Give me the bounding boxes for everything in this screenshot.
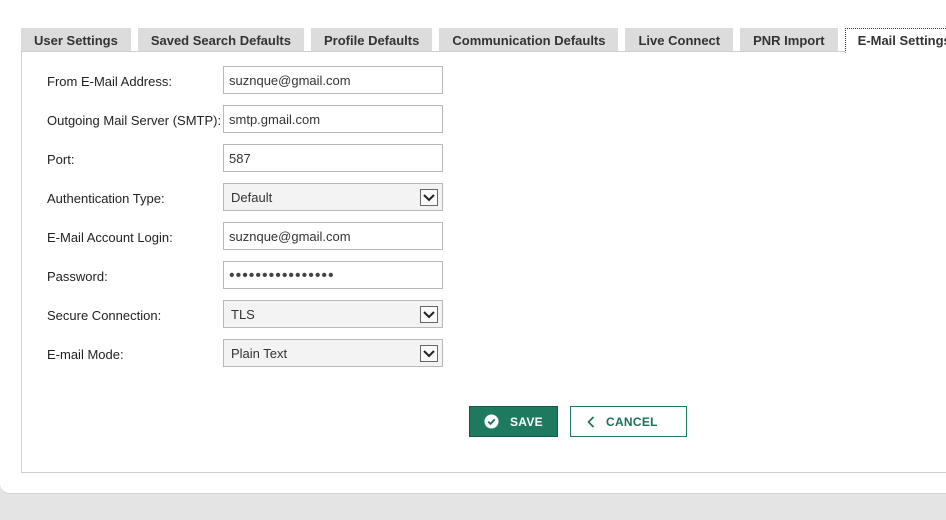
auth-type-select[interactable]: Default [223,183,443,211]
email-settings-panel: From E-Mail Address: Outgoing Mail Serve… [21,51,946,473]
password-input[interactable] [223,261,443,289]
password-row: Password: [47,261,447,289]
cancel-button[interactable]: CANCEL [570,406,687,437]
chevron-down-icon[interactable] [420,345,438,362]
chevron-left-icon [587,415,595,428]
check-circle-icon [484,414,499,429]
from-email-label: From E-Mail Address: [47,74,172,89]
tab-saved-search-defaults[interactable]: Saved Search Defaults [137,28,304,52]
smtp-label: Outgoing Mail Server (SMTP): [47,113,222,128]
settings-tabs: User Settings Saved Search Defaults Prof… [21,28,946,53]
auth-type-label: Authentication Type: [47,191,165,206]
email-login-input[interactable] [223,222,443,250]
cancel-label: CANCEL [606,414,658,429]
email-mode-select[interactable]: Plain Text [223,339,443,367]
port-label: Port: [47,152,75,167]
secure-connection-select[interactable]: TLS [223,300,443,328]
smtp-server-input[interactable] [223,105,443,133]
email-mode-value: Plain Text [231,346,288,361]
password-label: Password: [47,269,108,284]
secure-connection-row: Secure Connection: TLS [47,300,447,328]
save-label: SAVE [510,414,543,429]
login-label: E-Mail Account Login: [47,230,173,245]
save-button[interactable]: SAVE [469,406,558,437]
tab-pnr-import[interactable]: PNR Import [740,28,838,52]
tab-live-connect[interactable]: Live Connect [625,28,734,52]
auth-type-row: Authentication Type: Default [47,183,447,211]
auth-type-value: Default [231,190,273,205]
from-email-input[interactable] [223,66,443,94]
tab-email-settings[interactable]: E-Mail Settings [844,28,946,53]
chevron-down-icon[interactable] [420,189,438,206]
email-mode-label: E-mail Mode: [47,347,124,362]
settings-card: User Settings Saved Search Defaults Prof… [0,0,946,494]
secure-connection-value: TLS [231,307,255,322]
tab-communication-defaults[interactable]: Communication Defaults [439,28,619,52]
port-row: Port: [47,144,447,172]
tab-profile-defaults[interactable]: Profile Defaults [311,28,433,52]
email-mode-row: E-mail Mode: Plain Text [47,339,447,367]
login-row: E-Mail Account Login: [47,222,447,250]
tab-user-settings[interactable]: User Settings [21,28,131,52]
secure-connection-label: Secure Connection: [47,308,162,323]
port-input[interactable] [223,144,443,172]
from-email-row: From E-Mail Address: [47,66,447,94]
smtp-row: Outgoing Mail Server (SMTP): [47,105,447,133]
chevron-down-icon[interactable] [420,306,438,323]
